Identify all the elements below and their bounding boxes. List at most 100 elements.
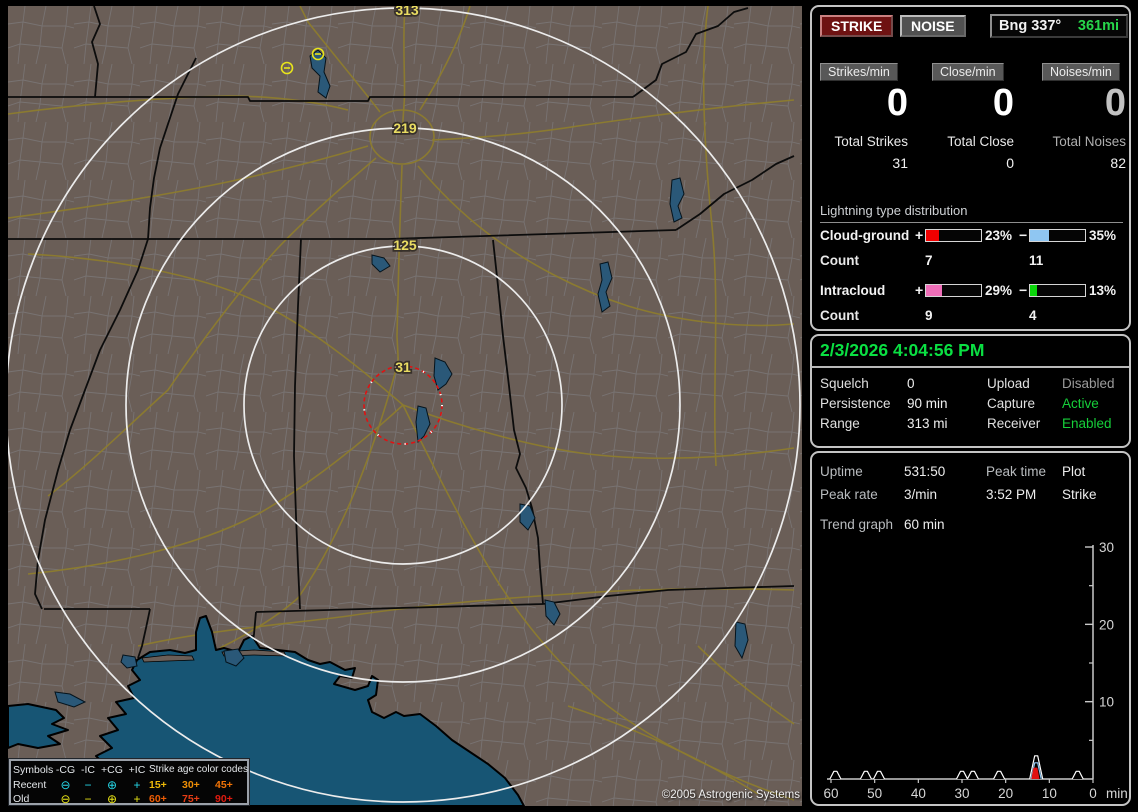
strike-counters-panel: STRIKE NOISE Bng 337° 361mi Strikes/min …: [810, 5, 1131, 331]
strikes-per-min-chip: Strikes/min: [820, 63, 898, 81]
ic-minus-count: 4: [1029, 308, 1037, 323]
svg-text:10: 10: [1042, 786, 1057, 801]
ic-minus-bar: [1029, 284, 1086, 297]
legend-row-old-label: Old: [13, 793, 30, 805]
squelch-label: Squelch: [820, 376, 869, 391]
noises-counter-column: Noises/min 0 Total Noises 82: [1042, 63, 1126, 181]
ring-label-313: 313: [395, 6, 419, 18]
ic-plus-bar: [925, 284, 982, 297]
persistence-value: 90 min: [907, 396, 948, 411]
distribution-title: Lightning type distribution: [820, 203, 1123, 223]
recent-pos-ic-icon: +: [133, 777, 141, 792]
clock-divider: [812, 366, 1129, 368]
svg-text:20: 20: [1099, 617, 1114, 632]
cloud-ground-count-row: Count 7 11: [812, 253, 1133, 270]
legend-age-header: Strike age color codes: [149, 764, 248, 775]
close-per-min-chip: Close/min: [932, 63, 1004, 81]
map-legend: Symbols -CG -IC +CG +IC Strike age color…: [9, 759, 249, 805]
noise-toggle-button[interactable]: NOISE: [900, 15, 966, 37]
cloud-ground-label: Cloud-ground: [820, 228, 910, 243]
legend-type-header-pic: +IC: [128, 763, 146, 776]
ring-label-31: 31: [395, 359, 411, 375]
old-pos-ic-icon: +: [133, 792, 141, 806]
uptime-row: Uptime 531:50 Peak time Plot: [812, 464, 1133, 481]
ic-plus-count: 9: [925, 308, 933, 323]
old-neg-cg-icon: ⊖: [60, 792, 71, 806]
strikes-per-min-value: 0: [886, 82, 908, 124]
recent-pos-cg-icon: ⊕: [106, 777, 118, 792]
svg-text:50: 50: [867, 786, 882, 801]
intracloud-row: Intracloud + 29% − 13%: [812, 282, 1133, 300]
cg-plus-bar: [925, 229, 982, 242]
cloud-ground-row: Cloud-ground + 23% − 35%: [812, 227, 1133, 245]
upload-status: Disabled: [1062, 376, 1115, 391]
uptime-label: Uptime: [820, 464, 863, 479]
total-strikes-value: 31: [892, 155, 908, 171]
range-label: Range: [820, 416, 860, 431]
legend-type-header-nic: -IC: [81, 763, 95, 776]
capture-status: Active: [1062, 396, 1099, 411]
trend-graph-label: Trend graph: [820, 517, 894, 532]
clock-panel: 2/3/2026 4:04:56 PM Squelch 0 Upload Dis…: [810, 334, 1131, 448]
strikes-counter-column: Strikes/min 0 Total Strikes 31: [820, 63, 908, 181]
plus-sign: +: [915, 227, 924, 243]
cg-plus-percent: 23%: [985, 228, 1013, 243]
svg-text:60: 60: [823, 786, 838, 801]
plot-mode-value: Strike: [1062, 487, 1097, 502]
legend-type-header-ncg: -CG: [55, 763, 76, 776]
count-label: Count: [820, 253, 859, 268]
status-panel: Uptime 531:50 Peak time Plot Peak rate 3…: [810, 451, 1131, 806]
trend-graph-svg: 10 20 30 60 50 40 30 20 10 0 min: [823, 540, 1128, 801]
minus-sign: −: [1019, 282, 1028, 298]
copyright-text: ©2005 Astrogenic Systems: [661, 789, 800, 801]
strike-toggle-button[interactable]: STRIKE: [820, 15, 894, 37]
total-strikes-label: Total Strikes: [834, 134, 908, 149]
svg-text:0: 0: [1089, 786, 1097, 801]
peak-rate-label: Peak rate: [820, 487, 878, 502]
recent-neg-cg-icon: ⊖: [60, 777, 71, 792]
age-code-45: 45+: [215, 778, 233, 791]
legend-symbols-header: Symbols: [13, 763, 54, 776]
noises-per-min-chip: Noises/min: [1042, 63, 1120, 81]
svg-text:20: 20: [998, 786, 1013, 801]
cg-minus-count: 11: [1029, 253, 1044, 268]
recent-neg-ic-icon: −: [84, 777, 92, 792]
datetime-display: 2/3/2026 4:04:56 PM: [820, 340, 985, 360]
close-counter-column: Close/min 0 Total Close 0: [932, 63, 1014, 181]
total-close-value: 0: [1006, 155, 1014, 171]
peak-time-value: 3:52 PM: [986, 487, 1037, 502]
plot-mode-label: Plot: [1062, 464, 1086, 479]
peak-time-label: Peak time: [986, 464, 1047, 479]
cg-plus-count: 7: [925, 253, 933, 268]
total-noises-value: 82: [1110, 155, 1126, 171]
ring-label-125: 125: [393, 237, 417, 253]
plus-sign: +: [915, 282, 924, 298]
range-row: Range 313 mi Receiver Enabled: [812, 416, 1133, 433]
age-code-15: 15+: [149, 778, 167, 791]
squelch-value: 0: [907, 376, 915, 391]
app-window: 313 219 125 31 Symbols -CG -IC +CG +IC S…: [0, 0, 1138, 812]
ic-minus-percent: 13%: [1089, 283, 1117, 298]
capture-label: Capture: [987, 396, 1036, 411]
ring-label-219: 219: [393, 120, 417, 136]
upload-label: Upload: [987, 376, 1030, 391]
close-per-min-value: 0: [992, 82, 1014, 124]
cg-minus-bar: [1029, 229, 1086, 242]
lightning-map[interactable]: 313 219 125 31: [8, 6, 802, 806]
total-close-label: Total Close: [947, 134, 1014, 149]
receiver-status: Enabled: [1062, 416, 1112, 431]
svg-text:10: 10: [1099, 695, 1114, 710]
persistence-label: Persistence: [820, 396, 891, 411]
bearing-value: Bng 337°: [999, 18, 1062, 34]
intracloud-label: Intracloud: [820, 283, 886, 298]
age-code-75: 75+: [182, 793, 200, 805]
svg-text:min: min: [1106, 786, 1128, 801]
legend-row-recent-label: Recent: [13, 778, 47, 791]
age-code-60: 60+: [149, 793, 167, 805]
squelch-row: Squelch 0 Upload Disabled: [812, 376, 1133, 393]
ic-plus-percent: 29%: [985, 283, 1013, 298]
total-noises-label: Total Noises: [1052, 134, 1126, 149]
legend-type-header-pcg: +CG: [101, 763, 123, 776]
peak-rate-row: Peak rate 3/min 3:52 PM Strike: [812, 487, 1133, 504]
count-label: Count: [820, 308, 859, 323]
